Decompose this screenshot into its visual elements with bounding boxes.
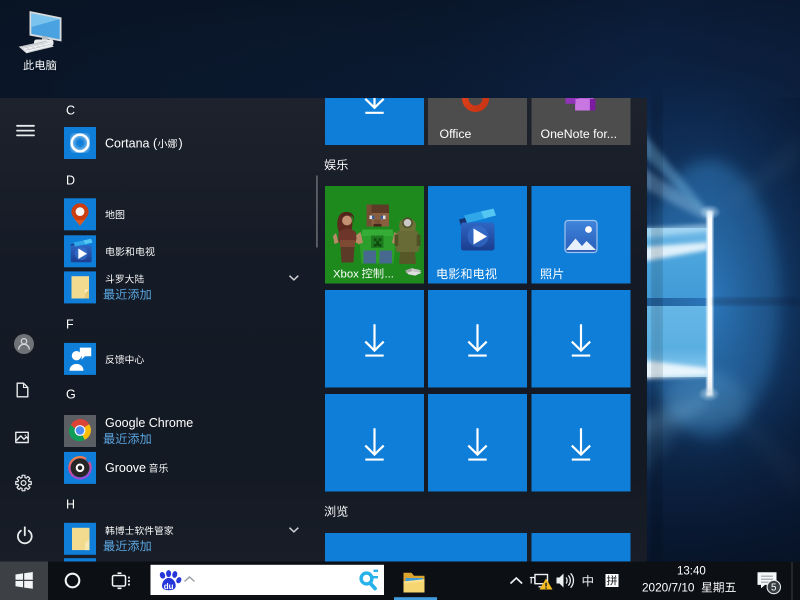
svg-text:H: H xyxy=(66,497,75,511)
svg-text:OneNote for...: OneNote for... xyxy=(541,127,618,141)
svg-text:C: C xyxy=(66,103,75,117)
svg-text:Xbox: Xbox xyxy=(333,269,359,281)
svg-text:F: F xyxy=(66,317,74,331)
svg-text:G: G xyxy=(66,387,76,401)
svg-text:du: du xyxy=(164,582,174,591)
svg-text:...: ... xyxy=(385,269,394,281)
svg-text:Cortana (: Cortana ( xyxy=(105,136,158,150)
svg-text:): ) xyxy=(179,136,183,150)
svg-text:Office: Office xyxy=(440,127,472,141)
svg-text:D: D xyxy=(66,173,75,187)
svg-text:Groove: Groove xyxy=(105,461,146,475)
svg-text:Google Chrome: Google Chrome xyxy=(105,416,193,430)
svg-text:13:40: 13:40 xyxy=(677,565,706,577)
svg-text:2020/7/10: 2020/7/10 xyxy=(642,581,695,595)
svg-text:5: 5 xyxy=(771,583,777,594)
